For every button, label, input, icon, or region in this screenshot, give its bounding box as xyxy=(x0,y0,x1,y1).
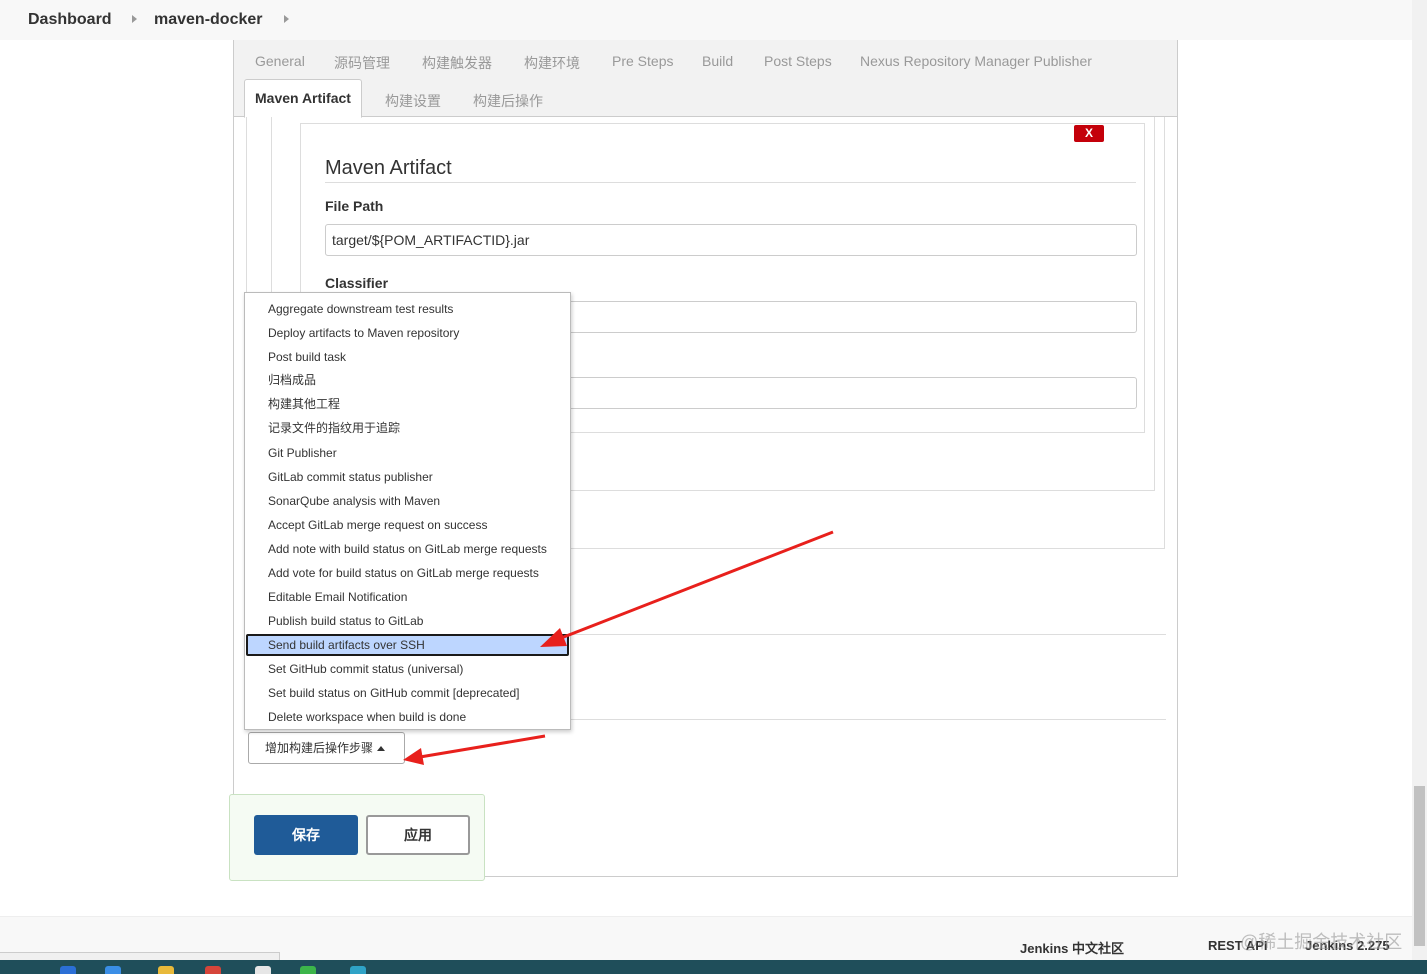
divider xyxy=(325,182,1136,183)
tab-build[interactable]: Build xyxy=(702,53,733,69)
menu-item[interactable]: Accept GitLab merge request on success xyxy=(246,514,569,536)
close-icon[interactable]: X xyxy=(1074,125,1104,142)
divider xyxy=(571,719,1166,720)
breadcrumb: Dashboard maven-docker xyxy=(0,0,1412,40)
app-icon[interactable] xyxy=(205,966,221,974)
breadcrumb-project[interactable]: maven-docker xyxy=(154,11,263,29)
menu-item[interactable]: Deploy artifacts to Maven repository xyxy=(246,322,569,344)
status-url-bar xyxy=(0,952,280,960)
chevron-right-icon[interactable] xyxy=(284,15,289,23)
post-build-dropdown-menu: Aggregate downstream test results Deploy… xyxy=(244,292,571,730)
tab-nexus-publisher[interactable]: Nexus Repository Manager Publisher xyxy=(860,53,1092,69)
tab-maven-artifact[interactable]: Maven Artifact xyxy=(244,79,362,118)
add-step-label: 增加构建后操作步骤 xyxy=(265,741,374,755)
menu-item[interactable]: SonarQube analysis with Maven xyxy=(246,490,569,512)
menu-item[interactable]: Git Publisher xyxy=(246,442,569,464)
breadcrumb-dashboard[interactable]: Dashboard xyxy=(28,11,112,29)
tab-post-build[interactable]: 构建后操作 xyxy=(473,91,543,111)
divider xyxy=(571,634,1166,635)
menu-item[interactable]: Delete workspace when build is done xyxy=(246,706,569,728)
apply-button[interactable]: 应用 xyxy=(366,815,470,855)
menu-item[interactable]: Add vote for build status on GitLab merg… xyxy=(246,562,569,584)
section-title: Maven Artifact xyxy=(325,157,452,179)
menu-item[interactable]: Add note with build status on GitLab mer… xyxy=(246,538,569,560)
tab-general[interactable]: General xyxy=(255,53,305,69)
app-icon[interactable] xyxy=(300,966,316,974)
app-icon[interactable] xyxy=(350,966,366,974)
watermark: @稀土掘金技术社区 xyxy=(1240,932,1403,952)
tab-build-settings[interactable]: 构建设置 xyxy=(385,91,441,111)
footer-community-link[interactable]: Jenkins 中文社区 xyxy=(1020,938,1124,957)
scrollbar-thumb[interactable] xyxy=(1414,786,1425,946)
tab-bar: General 源码管理 构建触发器 构建环境 Pre Steps Build … xyxy=(234,40,1177,118)
tab-build-env[interactable]: 构建环境 xyxy=(524,53,580,73)
file-path-label: File Path xyxy=(325,198,384,214)
menu-item[interactable]: Editable Email Notification xyxy=(246,586,569,608)
menu-item-send-over-ssh[interactable]: Send build artifacts over SSH xyxy=(246,634,569,656)
add-post-build-step-button[interactable]: 增加构建后操作步骤 xyxy=(248,732,405,764)
caret-up-icon xyxy=(377,746,386,752)
vertical-scrollbar[interactable] xyxy=(1412,0,1427,960)
menu-item[interactable]: Aggregate downstream test results xyxy=(246,298,569,320)
menu-item[interactable]: 归档成品 xyxy=(246,369,569,391)
classifier-label: Classifier xyxy=(325,275,389,291)
save-button[interactable]: 保存 xyxy=(254,815,358,855)
menu-item[interactable]: 构建其他工程 xyxy=(246,393,569,415)
tab-pre-steps[interactable]: Pre Steps xyxy=(612,53,673,69)
menu-item[interactable]: Set GitHub commit status (universal) xyxy=(246,658,569,680)
tab-post-steps[interactable]: Post Steps xyxy=(764,53,832,69)
menu-item[interactable]: Post build task xyxy=(246,346,569,368)
menu-item[interactable]: 记录文件的指纹用于追踪 xyxy=(246,417,569,439)
file-path-input[interactable] xyxy=(325,224,1137,256)
tab-scm[interactable]: 源码管理 xyxy=(334,53,390,73)
menu-item[interactable]: Publish build status to GitLab xyxy=(246,610,569,632)
chevron-right-icon xyxy=(132,15,137,23)
menu-item[interactable]: GitLab commit status publisher xyxy=(246,466,569,488)
tab-triggers[interactable]: 构建触发器 xyxy=(422,53,492,73)
app-icon[interactable] xyxy=(255,966,271,974)
app-icon[interactable] xyxy=(105,966,121,974)
app-icon[interactable] xyxy=(60,966,76,974)
menu-item[interactable]: Set build status on GitHub commit [depre… xyxy=(246,682,569,704)
folder-icon[interactable] xyxy=(158,966,174,974)
